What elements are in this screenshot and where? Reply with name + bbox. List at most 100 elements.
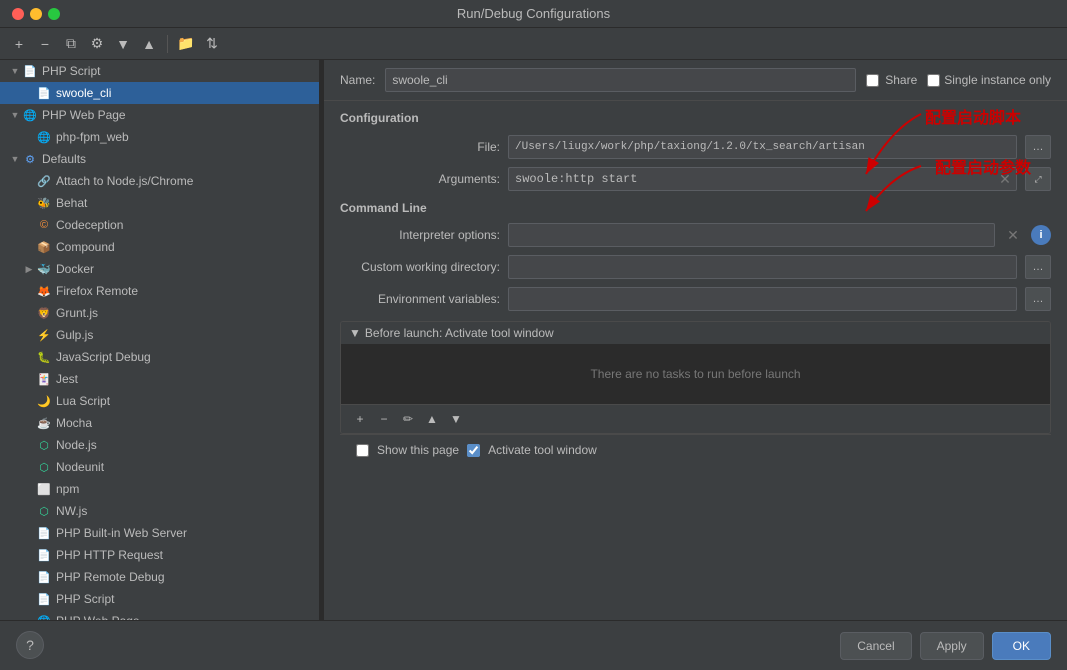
share-checkbox[interactable]: [866, 74, 879, 87]
tree-item-php-web-d[interactable]: 🌐 PHP Web Page: [0, 610, 319, 620]
no-arrow: [22, 174, 36, 188]
help-button[interactable]: ?: [16, 631, 44, 659]
tree-item-php-fpm-web[interactable]: 🌐 php-fpm_web: [0, 126, 319, 148]
no-arrow: [22, 460, 36, 474]
tree-item-php-remote[interactable]: 📄 PHP Remote Debug: [0, 566, 319, 588]
bl-edit-button[interactable]: ✏: [397, 409, 419, 429]
php-builtin-label: PHP Built-in Web Server: [56, 526, 319, 540]
tree-item-js-debug[interactable]: 🐛 JavaScript Debug: [0, 346, 319, 368]
jest-label: Jest: [56, 372, 319, 386]
before-launch-header[interactable]: ▼ Before launch: Activate tool window: [341, 322, 1050, 344]
toolbar-separator: [167, 35, 168, 53]
expand-button[interactable]: ▼: [112, 33, 134, 55]
interpreter-clear-button[interactable]: ✕: [1003, 225, 1023, 245]
php-http-icon: 📄: [36, 547, 52, 563]
tree-item-nwjs[interactable]: ⬡ NW.js: [0, 500, 319, 522]
resize-handle[interactable]: [320, 60, 324, 620]
bl-down-button[interactable]: ▼: [445, 409, 467, 429]
sort-button[interactable]: ⇅: [201, 33, 223, 55]
close-button[interactable]: [12, 8, 24, 20]
env-vars-input[interactable]: [508, 287, 1017, 311]
working-dir-browse-button[interactable]: …: [1025, 255, 1051, 279]
php-script-icon: 📄: [22, 63, 38, 79]
activate-tool-window-checkbox[interactable]: [467, 444, 480, 457]
tree-item-mocha[interactable]: ☕ Mocha: [0, 412, 319, 434]
tree-item-firefox[interactable]: 🦊 Firefox Remote: [0, 280, 319, 302]
add-button[interactable]: +: [8, 33, 30, 55]
tree-item-php-builtin[interactable]: 📄 PHP Built-in Web Server: [0, 522, 319, 544]
bl-add-button[interactable]: +: [349, 409, 371, 429]
swoole-cli-label: swoole_cli: [56, 86, 319, 100]
file-browse-button[interactable]: …: [1025, 135, 1051, 159]
main-layout: ▼ 📄 PHP Script 📄 swoole_cli ▼ 🌐 PHP Web …: [0, 60, 1067, 620]
remove-button[interactable]: −: [34, 33, 56, 55]
interpreter-label: Interpreter options:: [340, 228, 500, 242]
tree-item-grunt[interactable]: 🦁 Grunt.js: [0, 302, 319, 324]
file-input[interactable]: [508, 135, 1017, 159]
defaults-label: Defaults: [42, 152, 319, 166]
settings-button[interactable]: ⚙: [86, 33, 108, 55]
lua-label: Lua Script: [56, 394, 319, 408]
no-arrow: [22, 504, 36, 518]
tree-item-php-http[interactable]: 📄 PHP HTTP Request: [0, 544, 319, 566]
bl-up-button[interactable]: ▲: [421, 409, 443, 429]
tree-item-nodeunit[interactable]: ⬡ Nodeunit: [0, 456, 319, 478]
tree-item-lua[interactable]: 🌙 Lua Script: [0, 390, 319, 412]
show-page-checkbox[interactable]: [356, 444, 369, 457]
cancel-button[interactable]: Cancel: [840, 632, 911, 660]
expand-arrow: ▼: [8, 64, 22, 78]
js-debug-icon: 🐛: [36, 349, 52, 365]
activate-tool-window-label: Activate tool window: [488, 443, 597, 457]
no-arrow: [22, 482, 36, 496]
folder-button[interactable]: 📁: [175, 33, 197, 55]
no-arrow: [22, 86, 36, 100]
maximize-button[interactable]: [48, 8, 60, 20]
arguments-clear-button[interactable]: ✕: [995, 169, 1015, 189]
ok-button[interactable]: OK: [992, 632, 1051, 660]
before-launch-label: Before launch: Activate tool window: [365, 326, 554, 340]
working-dir-label: Custom working directory:: [340, 260, 500, 274]
tree-item-php-script-d[interactable]: 📄 PHP Script: [0, 588, 319, 610]
attach-node-label: Attach to Node.js/Chrome: [56, 174, 319, 188]
tree-item-docker[interactable]: ▶ 🐳 Docker: [0, 258, 319, 280]
tree-item-gulp[interactable]: ⚡ Gulp.js: [0, 324, 319, 346]
working-dir-input[interactable]: [508, 255, 1017, 279]
tree-group-label: PHP Script: [42, 64, 319, 78]
interpreter-info-button[interactable]: i: [1031, 225, 1051, 245]
tree-item-codeception[interactable]: © Codeception: [0, 214, 319, 236]
title-bar: Run/Debug Configurations: [0, 0, 1067, 28]
defaults-icon: ⚙: [22, 151, 38, 167]
arguments-expand-button[interactable]: ⤢: [1025, 167, 1051, 191]
arguments-input[interactable]: [508, 167, 1017, 191]
swoole-cli-icon: 📄: [36, 85, 52, 101]
tree-item-jest[interactable]: 🃏 Jest: [0, 368, 319, 390]
no-arrow: [22, 592, 36, 606]
php-fpm-icon: 🌐: [36, 129, 52, 145]
no-arrow: [22, 196, 36, 210]
tree-group-php-script[interactable]: ▼ 📄 PHP Script: [0, 60, 319, 82]
env-vars-browse-button[interactable]: …: [1025, 287, 1051, 311]
window-controls: [12, 8, 60, 20]
tree-group-defaults[interactable]: ▼ ⚙ Defaults: [0, 148, 319, 170]
firefox-icon: 🦊: [36, 283, 52, 299]
minimize-button[interactable]: [30, 8, 42, 20]
working-dir-row: Custom working directory: …: [340, 255, 1051, 279]
nwjs-label: NW.js: [56, 504, 319, 518]
name-input[interactable]: [385, 68, 856, 92]
collapse-button[interactable]: ▲: [138, 33, 160, 55]
tree-item-nodejs[interactable]: ⬡ Node.js: [0, 434, 319, 456]
copy-button[interactable]: ⧉: [60, 33, 82, 55]
tree-item-npm[interactable]: ⬜ npm: [0, 478, 319, 500]
single-instance-checkbox[interactable]: [927, 74, 940, 87]
tree-item-compound[interactable]: 📦 Compound: [0, 236, 319, 258]
tree-group-php-web[interactable]: ▼ 🌐 PHP Web Page: [0, 104, 319, 126]
interpreter-input[interactable]: [508, 223, 995, 247]
apply-button[interactable]: Apply: [920, 632, 984, 660]
tree-item-swoole-cli[interactable]: 📄 swoole_cli: [0, 82, 319, 104]
npm-icon: ⬜: [36, 481, 52, 497]
toolbar: + − ⧉ ⚙ ▼ ▲ 📁 ⇅: [0, 28, 1067, 60]
nodejs-icon: ⬡: [36, 437, 52, 453]
bl-remove-button[interactable]: −: [373, 409, 395, 429]
tree-item-attach-node[interactable]: 🔗 Attach to Node.js/Chrome: [0, 170, 319, 192]
tree-item-behat[interactable]: 🐝 Behat: [0, 192, 319, 214]
